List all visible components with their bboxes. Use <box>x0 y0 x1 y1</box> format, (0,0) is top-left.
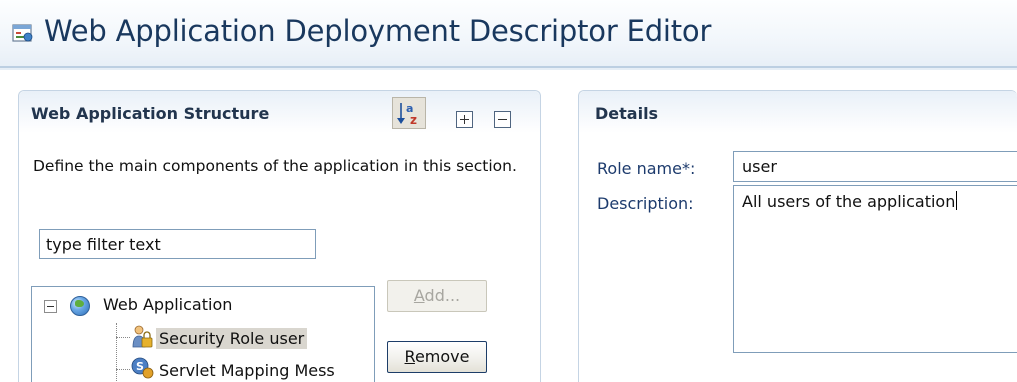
remove-button[interactable]: Remove <box>387 341 487 373</box>
page-title: Web Application Deployment Descriptor Ed… <box>44 14 712 48</box>
tree-item-label: Web Application <box>103 295 233 314</box>
details-section-titlebar: Details <box>579 91 1017 133</box>
collapse-toggle-icon[interactable] <box>44 300 57 313</box>
description-textarea[interactable]: All users of the application <box>733 185 1017 353</box>
structure-tree[interactable]: Web Application Security Role user S Ser… <box>31 286 375 382</box>
svg-text:z: z <box>410 113 417 127</box>
structure-section-title: Web Application Structure <box>31 104 270 123</box>
servlet-mapping-icon: S <box>131 357 154 379</box>
description-text: All users of the application <box>742 192 956 211</box>
role-name-input[interactable] <box>733 151 1017 182</box>
structure-section: Web Application Structure a z Define the… <box>18 90 541 382</box>
role-name-label: Role name*: <box>597 159 696 178</box>
tree-item-web-application[interactable]: Web Application <box>32 287 374 317</box>
description-label: Description: <box>597 194 694 213</box>
globe-icon <box>70 296 90 316</box>
details-section: Details Role name*: Description: All use… <box>578 90 1017 382</box>
details-section-title: Details <box>595 104 659 123</box>
text-cursor <box>956 191 958 210</box>
tree-connector <box>116 369 130 370</box>
web-deployment-descriptor-icon <box>12 24 33 42</box>
add-button[interactable]: Add... <box>387 280 487 312</box>
collapse-all-icon[interactable] <box>494 111 511 128</box>
add-button-mnemonic: A <box>413 286 425 305</box>
add-button-label: dd... <box>424 286 461 305</box>
tree-item-security-role[interactable]: Security Role user <box>32 321 374 351</box>
expand-all-icon[interactable] <box>456 111 473 128</box>
tree-filter-input[interactable] <box>39 229 316 259</box>
tree-connector <box>116 337 130 338</box>
structure-section-titlebar: Web Application Structure a z <box>19 91 540 133</box>
sort-alphabetically-icon[interactable]: a z <box>392 97 426 129</box>
remove-button-mnemonic: R <box>404 347 415 366</box>
structure-section-description: Define the main components of the applic… <box>33 157 517 175</box>
editor-header: Web Application Deployment Descriptor Ed… <box>0 0 1017 70</box>
header-divider <box>0 66 1017 68</box>
tree-item-servlet-mapping[interactable]: S Servlet Mapping Mess <box>32 353 374 382</box>
tree-item-label: Servlet Mapping Mess <box>159 361 335 380</box>
remove-button-label: emove <box>414 347 470 366</box>
svg-text:S: S <box>136 360 144 373</box>
security-role-icon <box>132 325 153 348</box>
tree-item-label: Security Role user <box>156 328 308 349</box>
